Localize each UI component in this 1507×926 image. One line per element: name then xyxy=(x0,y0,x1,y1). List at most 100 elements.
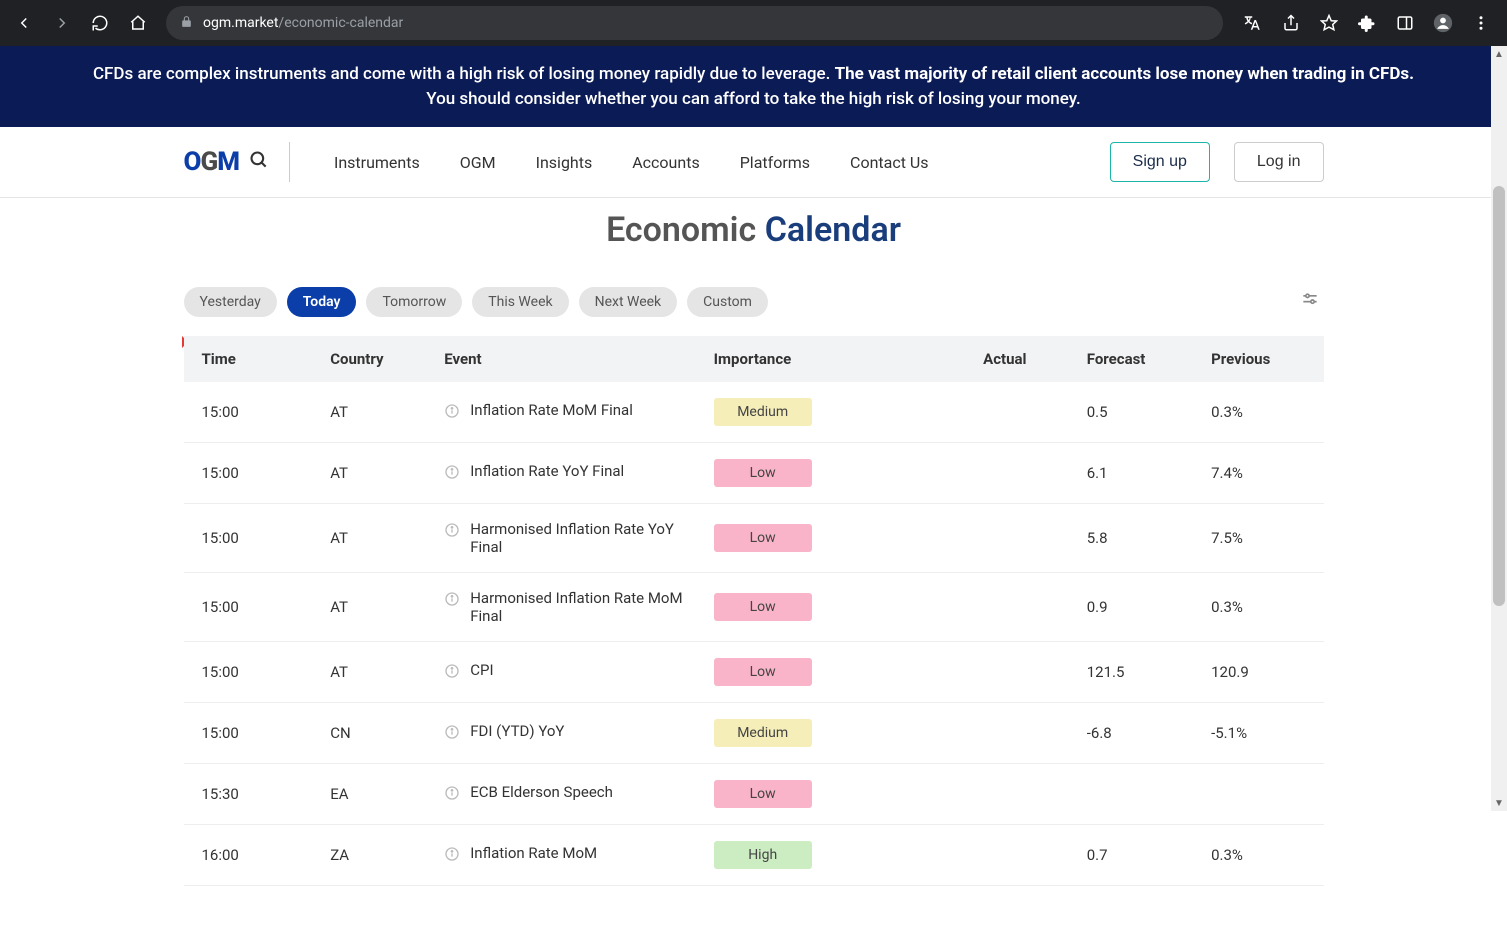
cell-forecast: 0.5 xyxy=(1075,382,1199,443)
cell-time: 16:00 xyxy=(184,825,319,886)
cell-importance: Low xyxy=(702,764,971,825)
filter-pill-tomorrow[interactable]: Tomorrow xyxy=(366,287,462,317)
cell-importance: Low xyxy=(702,642,971,703)
cell-time: 15:00 xyxy=(184,504,319,573)
cell-previous: 0.3% xyxy=(1199,382,1323,443)
importance-badge: Low xyxy=(714,780,812,808)
cell-previous: 7.5% xyxy=(1199,504,1323,573)
importance-badge: Low xyxy=(714,593,812,621)
site-header: OGM Instruments OGM Insights Accounts Pl… xyxy=(0,127,1507,198)
back-button[interactable] xyxy=(8,7,40,39)
table-row[interactable]: 15:00ATHarmonised Inflation Rate YoY Fin… xyxy=(184,504,1324,573)
scroll-thumb[interactable] xyxy=(1493,186,1505,606)
cell-importance: Low xyxy=(702,504,971,573)
cell-forecast: 121.5 xyxy=(1075,642,1199,703)
cell-previous: 7.4% xyxy=(1199,443,1323,504)
home-button[interactable] xyxy=(122,7,154,39)
cell-country: AT xyxy=(318,504,432,573)
logo[interactable]: OGM xyxy=(184,147,239,177)
search-icon[interactable] xyxy=(249,150,269,174)
cell-forecast xyxy=(1075,764,1199,825)
info-icon[interactable] xyxy=(444,663,460,683)
info-icon[interactable] xyxy=(444,785,460,805)
cell-actual xyxy=(971,703,1075,764)
date-filter-row: Yesterday Today Tomorrow This Week Next Week… xyxy=(184,286,1324,318)
browser-right-icons xyxy=(1235,11,1499,35)
page-title: Economic Calendar xyxy=(184,210,1324,250)
url-text: ogm.market/economic-calendar xyxy=(203,15,403,31)
risk-text-2: You should consider whether you can affo… xyxy=(426,89,1081,109)
nav-contact[interactable]: Contact Us xyxy=(850,153,929,172)
cell-importance: Medium xyxy=(702,382,971,443)
cell-event: FDI (YTD) YoY xyxy=(432,703,701,764)
forward-button[interactable] xyxy=(46,7,78,39)
cell-country: ZA xyxy=(318,825,432,886)
cell-previous xyxy=(1199,764,1323,825)
page-content: Economic Calendar Yesterday Today Tomorrow… xyxy=(164,198,1344,926)
info-icon[interactable] xyxy=(444,591,460,611)
scroll-down-icon[interactable]: ▼ xyxy=(1491,795,1507,811)
table-row[interactable]: 15:30EAECB Elderson SpeechLow xyxy=(184,764,1324,825)
cell-country: AT xyxy=(318,642,432,703)
cell-actual xyxy=(971,764,1075,825)
table-row[interactable]: 16:00ZAInflation Rate MoMHigh0.70.3% xyxy=(184,825,1324,886)
login-button[interactable]: Log in xyxy=(1234,142,1324,182)
profile-icon[interactable] xyxy=(1431,11,1455,35)
panel-icon[interactable] xyxy=(1393,11,1417,35)
cell-country: AT xyxy=(318,443,432,504)
scroll-up-icon[interactable]: ▲ xyxy=(1491,46,1507,62)
cell-time: 15:00 xyxy=(184,382,319,443)
cell-importance: Medium xyxy=(702,703,971,764)
reload-button[interactable] xyxy=(84,7,116,39)
filter-pill-custom[interactable]: Custom xyxy=(687,287,768,317)
signup-button[interactable]: Sign up xyxy=(1110,142,1210,182)
info-icon[interactable] xyxy=(444,522,460,542)
share-icon[interactable] xyxy=(1279,11,1303,35)
cell-event: Harmonised Inflation Rate MoM Final xyxy=(432,573,701,642)
nav-instruments[interactable]: Instruments xyxy=(334,153,420,172)
extensions-icon[interactable] xyxy=(1355,11,1379,35)
page-scrollbar[interactable]: ▲ ▼ xyxy=(1491,46,1507,811)
cell-event: Inflation Rate YoY Final xyxy=(432,443,701,504)
table-row[interactable]: 15:00ATHarmonised Inflation Rate MoM Fin… xyxy=(184,573,1324,642)
importance-badge: Low xyxy=(714,459,812,487)
cell-actual xyxy=(971,504,1075,573)
risk-warning-banner: CFDs are complex instruments and come wi… xyxy=(0,46,1507,127)
cell-importance: High xyxy=(702,825,971,886)
nav-platforms[interactable]: Platforms xyxy=(740,153,810,172)
col-actual: Actual xyxy=(971,336,1075,382)
translate-icon[interactable] xyxy=(1241,11,1265,35)
cell-event: Inflation Rate MoM Final xyxy=(432,382,701,443)
cell-country: EA xyxy=(318,764,432,825)
filter-pill-yesterday[interactable]: Yesterday xyxy=(184,287,277,317)
filter-pill-today[interactable]: Today xyxy=(287,287,357,317)
menu-icon[interactable] xyxy=(1469,11,1493,35)
cell-previous: -5.1% xyxy=(1199,703,1323,764)
filter-settings-icon[interactable] xyxy=(1296,286,1324,318)
info-icon[interactable] xyxy=(444,724,460,744)
table-row[interactable]: 15:00ATCPILow121.5120.9 xyxy=(184,642,1324,703)
info-icon[interactable] xyxy=(444,846,460,866)
address-bar[interactable]: ogm.market/economic-calendar xyxy=(166,6,1223,40)
importance-badge: Low xyxy=(714,658,812,686)
filter-pill-next-week[interactable]: Next Week xyxy=(579,287,678,317)
table-row[interactable]: 15:00ATInflation Rate MoM FinalMedium0.5… xyxy=(184,382,1324,443)
risk-text-1: CFDs are complex instruments and come wi… xyxy=(93,64,835,84)
importance-badge: Medium xyxy=(714,398,812,426)
col-forecast: Forecast xyxy=(1075,336,1199,382)
table-row[interactable]: 15:00CNFDI (YTD) YoYMedium-6.8-5.1% xyxy=(184,703,1324,764)
nav-accounts[interactable]: Accounts xyxy=(632,153,699,172)
table-row[interactable]: 15:00ATInflation Rate YoY FinalLow6.17.4… xyxy=(184,443,1324,504)
info-icon[interactable] xyxy=(444,464,460,484)
col-country: Country xyxy=(318,336,432,382)
filter-pill-this-week[interactable]: This Week xyxy=(472,287,568,317)
cell-event: ECB Elderson Speech xyxy=(432,764,701,825)
cell-previous: 0.3% xyxy=(1199,825,1323,886)
nav-ogm[interactable]: OGM xyxy=(460,153,496,172)
cell-time: 15:00 xyxy=(184,443,319,504)
bookmark-icon[interactable] xyxy=(1317,11,1341,35)
logo-area: OGM xyxy=(184,142,290,182)
info-icon[interactable] xyxy=(444,403,460,423)
cell-forecast: -6.8 xyxy=(1075,703,1199,764)
nav-insights[interactable]: Insights xyxy=(536,153,593,172)
